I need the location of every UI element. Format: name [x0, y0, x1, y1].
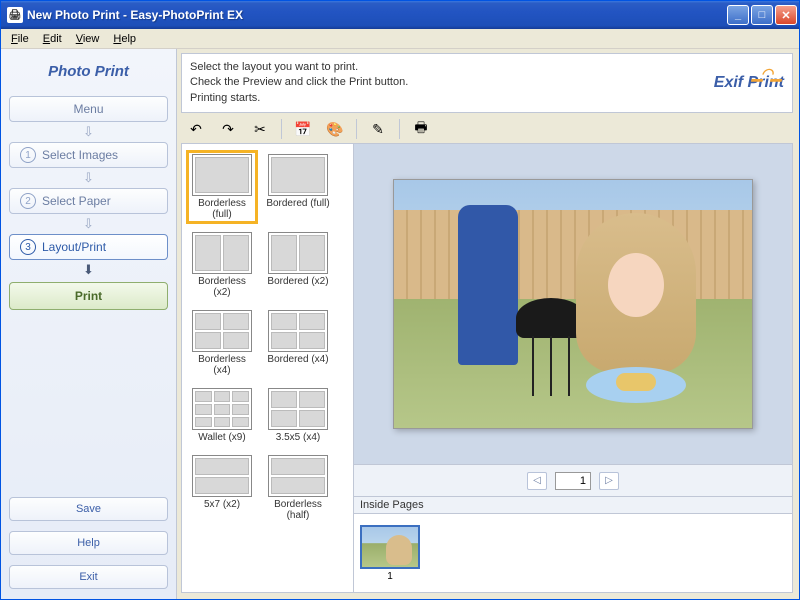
menubar: File Edit View Help	[1, 29, 799, 49]
layout-thumb	[268, 232, 328, 274]
menu-edit[interactable]: Edit	[37, 31, 68, 47]
layout-list[interactable]: Borderless (full) Bordered (full) Borderle…	[182, 144, 354, 592]
filmstrip-label: 1	[387, 571, 393, 582]
arrow-down-icon: ⇩	[9, 174, 168, 182]
step-select-images[interactable]: 1Select Images	[9, 142, 168, 168]
filmstrip-item[interactable]: 1	[360, 525, 420, 582]
instruction-line: Check the Preview and click the Print bu…	[190, 75, 408, 90]
layout-option[interactable]: Borderless (x4)	[186, 306, 258, 380]
layout-thumb	[268, 455, 328, 497]
instruction-line: Printing starts.	[190, 91, 408, 106]
layout-label: Bordered (x2)	[267, 276, 328, 287]
exit-button[interactable]: Exit	[9, 565, 168, 589]
window-title: New Photo Print - Easy-PhotoPrint EX	[27, 8, 727, 22]
layout-label: Borderless (half)	[266, 499, 330, 521]
exif-print-logo: ▁◠▁Exif Print	[706, 72, 784, 94]
layout-thumb	[192, 388, 252, 430]
separator	[356, 119, 357, 139]
separator	[281, 119, 282, 139]
layout-option[interactable]: Borderless (full)	[186, 150, 258, 224]
menu-help[interactable]: Help	[107, 31, 142, 47]
instruction-line: Select the layout you want to print.	[190, 60, 408, 75]
layout-option[interactable]: Wallet (x9)	[186, 384, 258, 447]
help-button[interactable]: Help	[9, 531, 168, 555]
layout-label: 3.5x5 (x4)	[276, 432, 320, 443]
next-page-button[interactable]: ▷	[599, 472, 619, 490]
filmstrip-thumb	[360, 525, 420, 569]
step-select-paper[interactable]: 2Select Paper	[9, 188, 168, 214]
tool-rotate-right-icon[interactable]: ↷	[217, 118, 239, 140]
filmstrip-header: Inside Pages	[354, 496, 792, 514]
layout-label: Borderless (full)	[190, 198, 254, 220]
titlebar: 🖨 New Photo Print - Easy-PhotoPrint EX _…	[1, 1, 799, 29]
preview-photo[interactable]	[393, 179, 753, 429]
layout-option[interactable]: Bordered (full)	[262, 150, 334, 224]
arrow-down-icon: ⇩	[9, 128, 168, 136]
arrow-down-icon: ⬇	[9, 266, 168, 274]
layout-label: Borderless (x2)	[190, 276, 254, 298]
layout-thumb	[268, 310, 328, 352]
layout-option[interactable]: Borderless (half)	[262, 451, 334, 525]
menu-button[interactable]: Menu	[9, 96, 168, 122]
filmstrip: 1	[354, 514, 792, 592]
print-button[interactable]: Print	[9, 282, 168, 310]
step-layout-print[interactable]: 3Layout/Print	[9, 234, 168, 260]
tool-crop-icon[interactable]: ✂	[249, 118, 271, 140]
tool-rotate-left-icon[interactable]: ↶	[185, 118, 207, 140]
tool-date-icon[interactable]: 📅	[292, 118, 314, 140]
layout-thumb	[192, 154, 252, 196]
layout-label: 5x7 (x2)	[204, 499, 240, 510]
close-button[interactable]: ✕	[775, 5, 797, 25]
layout-thumb	[192, 232, 252, 274]
layout-thumb	[192, 455, 252, 497]
layout-thumb	[192, 310, 252, 352]
tool-color-icon[interactable]: 🎨	[324, 118, 346, 140]
layout-option[interactable]: Bordered (x2)	[262, 228, 334, 302]
layout-label: Wallet (x9)	[198, 432, 245, 443]
menu-file[interactable]: File	[5, 31, 35, 47]
instructions-panel: Select the layout you want to print. Che…	[181, 53, 793, 113]
layout-thumb	[268, 388, 328, 430]
sidebar-title: Photo Print	[9, 59, 168, 90]
layout-label: Bordered (x4)	[267, 354, 328, 365]
arrow-down-icon: ⇩	[9, 220, 168, 228]
save-button[interactable]: Save	[9, 497, 168, 521]
page-number-input[interactable]: 1	[555, 472, 591, 490]
maximize-button[interactable]: □	[751, 5, 773, 25]
layout-option[interactable]: 5x7 (x2)	[186, 451, 258, 525]
layout-label: Borderless (x4)	[190, 354, 254, 376]
toolbar: ↶ ↷ ✂ 📅 🎨 ✎ 🖶	[177, 115, 799, 143]
preview-area	[354, 144, 792, 464]
tool-settings-icon[interactable]: 🖶	[410, 118, 432, 140]
layout-option[interactable]: 3.5x5 (x4)	[262, 384, 334, 447]
minimize-button[interactable]: _	[727, 5, 749, 25]
app-icon: 🖨	[7, 7, 23, 23]
prev-page-button[interactable]: ◁	[527, 472, 547, 490]
tool-edit-icon[interactable]: ✎	[367, 118, 389, 140]
layout-label: Bordered (full)	[266, 198, 329, 209]
layout-option[interactable]: Bordered (x4)	[262, 306, 334, 380]
sidebar: Photo Print Menu ⇩ 1Select Images ⇩ 2Sel…	[1, 49, 177, 599]
pager: ◁ 1 ▷	[354, 464, 792, 496]
layout-thumb	[268, 154, 328, 196]
layout-option[interactable]: Borderless (x2)	[186, 228, 258, 302]
menu-view[interactable]: View	[70, 31, 106, 47]
separator	[399, 119, 400, 139]
